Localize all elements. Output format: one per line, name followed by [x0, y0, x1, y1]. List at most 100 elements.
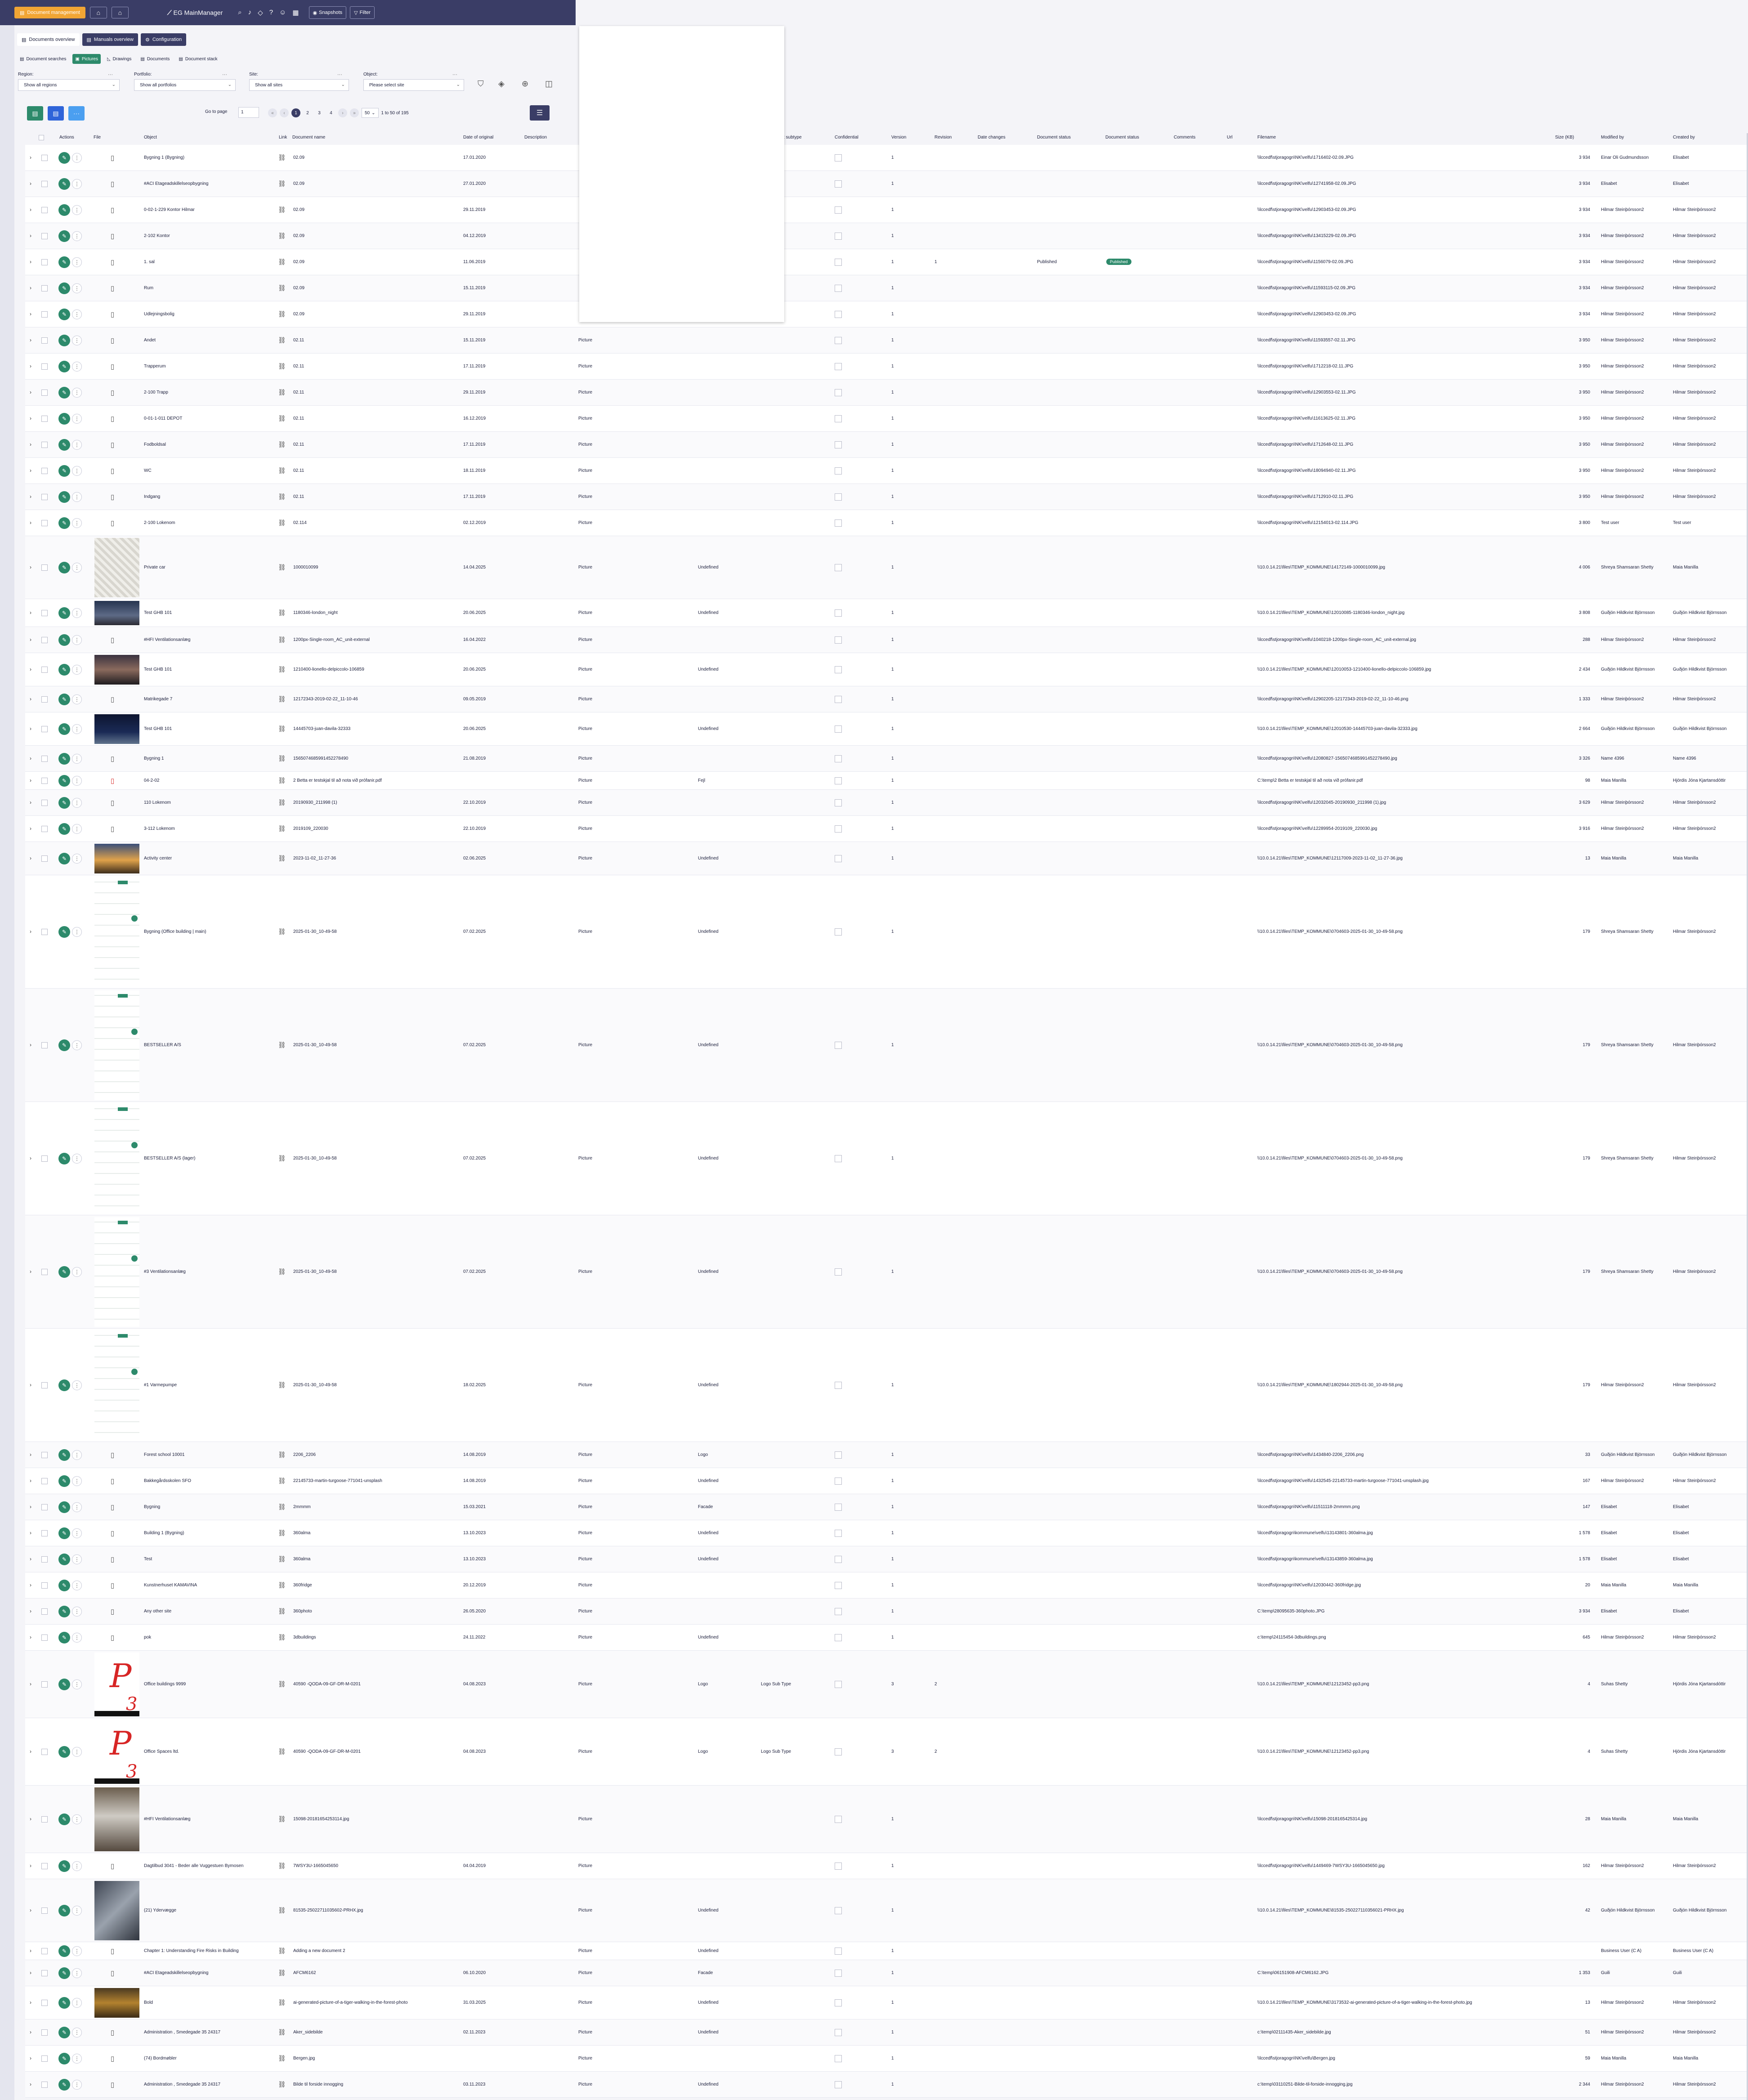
document-name-cell[interactable]: 1000010099 [293, 565, 318, 570]
globe-icon[interactable]: ⊕ [522, 79, 528, 89]
file-icon[interactable]: ▯ [111, 636, 114, 644]
picture-thumbnail[interactable] [94, 990, 139, 1100]
row-more-button[interactable]: ⋮ [72, 694, 82, 704]
document-name-cell[interactable]: 1210400-lionello-delpiccolo-106859 [293, 667, 364, 672]
document-name-cell[interactable]: 360alma [293, 1557, 310, 1562]
header-confidential[interactable]: Confidential [835, 135, 858, 140]
document-name-cell[interactable]: Adding a new document 2 [293, 1948, 345, 1953]
filter-button[interactable]: ▽ Filter [350, 6, 375, 19]
confidential-checkbox[interactable] [835, 1530, 842, 1537]
document-name-cell[interactable]: 14445703-juan-davila-32333 [293, 726, 350, 731]
picture-thumbnail[interactable] [94, 601, 139, 625]
edit-button[interactable]: ✎ [58, 775, 70, 787]
table-row[interactable]: › ✎ ⋮ ▯ 04-2-02 ⛓ 2 Betta er testskjal til að … [25, 772, 1748, 790]
link-icon[interactable]: ⛓ [278, 415, 286, 422]
document-name-cell[interactable]: 360alma [293, 1531, 310, 1536]
confidential-checkbox[interactable] [835, 363, 842, 370]
expand-chevron-icon[interactable]: › [30, 1382, 31, 1388]
file-icon[interactable]: ▯ [111, 1477, 114, 1485]
link-icon[interactable]: ⛓ [278, 1268, 286, 1276]
table-row[interactable]: › ✎ ⋮ ▯ pok ⛓ 3dbuildings 24.11.2022 Picture Unde… [25, 1625, 1748, 1651]
object-cell[interactable]: #1 Varmepumpe [144, 1383, 177, 1388]
document-name-cell[interactable]: AFCM6162 [293, 1970, 316, 1975]
confidential-checkbox[interactable] [835, 1999, 842, 2006]
document-name-cell[interactable]: 360fridge [293, 1583, 312, 1588]
confidential-checkbox[interactable] [835, 928, 842, 936]
table-row[interactable]: › ✎ ⋮ ▯ Bygning 1 ⛓ 1565074685991452278490 21.0… [25, 746, 1748, 772]
link-icon[interactable]: ⛓ [278, 310, 286, 318]
row-checkbox[interactable] [41, 259, 48, 265]
confidential-checkbox[interactable] [835, 755, 842, 762]
row-checkbox[interactable] [41, 155, 48, 161]
table-row[interactable]: › ✎ ⋮ ▯ (74) Bordmøbler ⛓ Bergen.jpg Picture 1 \\… [25, 2046, 1748, 2072]
confidential-checkbox[interactable] [835, 1634, 842, 1641]
confidential-checkbox[interactable] [835, 1816, 842, 1823]
last-page-icon[interactable]: » [350, 108, 359, 117]
link-icon[interactable]: ⛓ [278, 206, 286, 214]
row-more-button[interactable]: ⋮ [72, 336, 82, 345]
expand-chevron-icon[interactable]: › [30, 441, 31, 448]
document-name-cell[interactable]: 12172343-2019-02-22_11-10-46 [293, 697, 358, 702]
link-icon[interactable]: ⛓ [278, 1155, 286, 1162]
table-row[interactable]: › ✎ ⋮ ▯ 0-01-1-011 DEPOT ⛓ 02.11 16.12.2019 Pict… [25, 406, 1748, 432]
header-created-by[interactable]: Created by [1673, 135, 1695, 140]
object-cell[interactable]: Test GHB 101 [144, 726, 172, 731]
document-name-cell[interactable]: 02.11 [293, 364, 304, 369]
expand-chevron-icon[interactable]: › [30, 609, 31, 616]
edit-button[interactable]: ✎ [58, 823, 70, 835]
table-row[interactable]: › ✎ ⋮ ▯ Administration , Smedegade 35 24317 ⛓… [25, 2019, 1748, 2046]
confidential-checkbox[interactable] [835, 2055, 842, 2062]
document-name-cell[interactable]: Aker_sidebilde [293, 2030, 323, 2035]
confidential-checkbox[interactable] [835, 415, 842, 422]
link-icon[interactable]: ⛓ [278, 1999, 286, 2006]
link-icon[interactable]: ⛓ [278, 363, 286, 370]
table-row[interactable]: › ✎ ⋮ ▯ 3-112 Lokenom ⛓ 2019109_220030 22.10.20… [25, 816, 1748, 842]
row-checkbox[interactable] [41, 2082, 48, 2088]
previous-page-icon[interactable]: ‹ [280, 108, 289, 117]
expand-chevron-icon[interactable]: › [30, 1681, 31, 1687]
object-cell[interactable]: 1. sal [144, 260, 155, 264]
confidential-checkbox[interactable] [835, 1556, 842, 1563]
file-icon[interactable]: ▯ [111, 336, 114, 345]
expand-chevron-icon[interactable]: › [30, 755, 31, 761]
document-name-cell[interactable]: 22145733-martin-turgoose-771041-unsplash [293, 1478, 382, 1483]
document-name-cell[interactable]: 02.11 [293, 338, 304, 343]
object-cell[interactable]: BESTSELLER A/S (lager) [144, 1156, 196, 1161]
document-name-cell[interactable]: 2025-01-30_10-49-58 [293, 1383, 337, 1388]
row-more-button[interactable]: ⋮ [72, 1861, 82, 1871]
object-cell[interactable]: Office buildings 9999 [144, 1682, 186, 1687]
row-more-button[interactable]: ⋮ [72, 1040, 82, 1050]
row-checkbox[interactable] [41, 1608, 48, 1615]
row-more-button[interactable]: ⋮ [72, 927, 82, 937]
site-select[interactable]: Show all sites ⌄ [249, 79, 349, 91]
object-cell[interactable]: Fodboldsal [144, 442, 166, 447]
document-name-cell[interactable]: 2206_2206 [293, 1452, 316, 1457]
row-checkbox[interactable] [41, 363, 48, 370]
expand-chevron-icon[interactable]: › [30, 389, 31, 395]
file-icon[interactable]: ▯ [111, 389, 114, 397]
file-icon[interactable]: ▯ [111, 519, 114, 527]
document-name-cell[interactable]: 02.09 [293, 260, 304, 264]
row-more-button[interactable]: ⋮ [72, 231, 82, 241]
table-row[interactable]: › ✎ ⋮ ▯ Indgang ⛓ 02.11 17.11.2019 Picture 1 \\lcc… [25, 484, 1748, 510]
header-actions[interactable]: Actions [59, 135, 74, 140]
next-page-icon[interactable]: › [338, 108, 347, 117]
edit-button[interactable]: ✎ [58, 1501, 70, 1513]
file-icon[interactable]: ▯ [111, 284, 114, 292]
edit-button[interactable]: ✎ [58, 634, 70, 646]
row-more-button[interactable]: ⋮ [72, 518, 82, 528]
expand-chevron-icon[interactable]: › [30, 415, 31, 421]
confidential-checkbox[interactable] [835, 696, 842, 703]
object-cell[interactable]: Test GHB 101 [144, 610, 172, 615]
file-icon[interactable]: ▯ [111, 1451, 114, 1459]
picture-thumbnail[interactable] [94, 538, 139, 597]
table-row[interactable]: › ✎ ⋮ ▯ Kunstnerhuset KAMAVINA ⛓ 360fridge 20.1… [25, 1572, 1748, 1599]
expand-chevron-icon[interactable]: › [30, 636, 31, 643]
edit-button[interactable]: ✎ [58, 1475, 70, 1487]
row-checkbox[interactable] [41, 1948, 48, 1954]
row-more-button[interactable]: ⋮ [72, 1476, 82, 1486]
confidential-checkbox[interactable] [835, 564, 842, 571]
object-cell[interactable]: Kunstnerhuset KAMAVINA [144, 1583, 197, 1588]
table-row[interactable]: › ✎ ⋮ ▯ 0-02-1-229 Kontor Hilmar ⛓ 02.09 29.11.… [25, 197, 1748, 223]
table-row[interactable]: › ✎ ⋮ ▯ WC ⛓ 02.11 18.11.2019 Picture 1 \\lccedf\s… [25, 458, 1748, 484]
